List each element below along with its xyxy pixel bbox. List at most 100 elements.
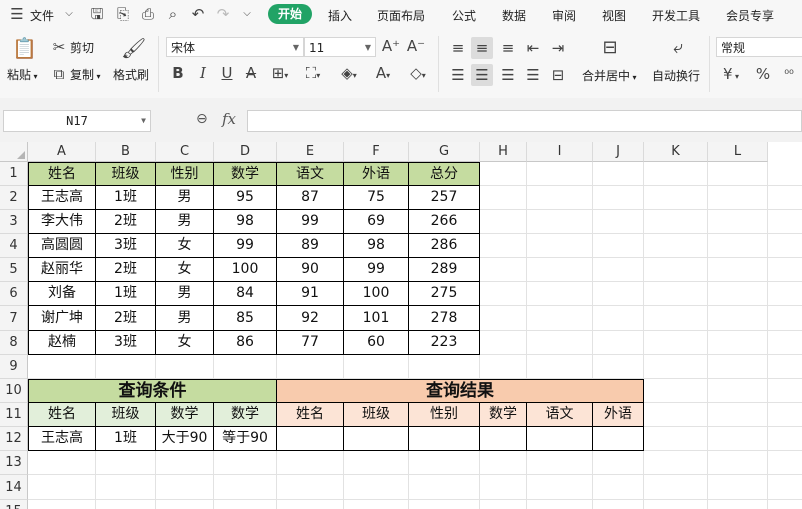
column-header-g[interactable]: G	[409, 142, 480, 162]
table-cell[interactable]: 1班	[96, 186, 156, 210]
print-preview-icon[interactable]: ⌕	[164, 5, 182, 23]
table-cell[interactable]: 77	[277, 331, 344, 355]
table-cell[interactable]: 275	[409, 282, 480, 306]
result-value-cell[interactable]	[593, 427, 644, 451]
table-cell[interactable]: 278	[409, 306, 480, 331]
result-header-cell[interactable]: 性别	[409, 403, 480, 427]
result-header-cell[interactable]: 外语	[593, 403, 644, 427]
row-header-6[interactable]: 6	[0, 282, 28, 306]
table-cell[interactable]: 男	[156, 306, 214, 331]
row-header-10[interactable]: 10	[0, 379, 28, 403]
clear-format-icon[interactable]: ◇▾	[406, 64, 430, 85]
column-header-b[interactable]: B	[96, 142, 156, 162]
decrease-indent-icon[interactable]: ⇤	[524, 39, 542, 57]
file-menu[interactable]: 文件	[30, 7, 54, 24]
spreadsheet-grid[interactable]: ABCDEFGHIJKL123456789101112131415姓名班级性别数…	[0, 142, 802, 509]
table-cell[interactable]: 100	[214, 258, 277, 282]
table-cell[interactable]: 3班	[96, 234, 156, 258]
wrap-text-button[interactable]: 自动换行	[652, 67, 700, 84]
column-header-e[interactable]: E	[277, 142, 344, 162]
increase-indent-icon[interactable]: ⇥	[549, 39, 567, 57]
undo-icon[interactable]: ↶	[189, 5, 207, 23]
copy-button[interactable]: 复制 ▾	[70, 66, 101, 83]
table-cell[interactable]: 1班	[96, 282, 156, 306]
table-cell[interactable]: 92	[277, 306, 344, 331]
tab-page-layout[interactable]: 页面布局	[377, 7, 425, 24]
tab-home[interactable]: 开始	[268, 4, 312, 24]
condition-header-cell[interactable]: 班级	[96, 403, 156, 427]
table-cell[interactable]: 84	[214, 282, 277, 306]
row-header-3[interactable]: 3	[0, 210, 28, 234]
table-cell[interactable]: 101	[344, 306, 409, 331]
increase-font-icon[interactable]: A⁺	[381, 37, 401, 55]
row-header-12[interactable]: 12	[0, 427, 28, 451]
table-cell[interactable]: 3班	[96, 331, 156, 355]
column-header-i[interactable]: I	[527, 142, 593, 162]
row-header-13[interactable]: 13	[0, 451, 28, 475]
align-left-icon[interactable]: ☰	[449, 66, 467, 84]
tab-view[interactable]: 视图	[602, 7, 626, 24]
column-header-f[interactable]: F	[344, 142, 409, 162]
table-header-cell[interactable]: 性别	[156, 162, 214, 186]
select-all-corner[interactable]	[0, 142, 28, 162]
table-cell[interactable]: 60	[344, 331, 409, 355]
row-header-15[interactable]: 15	[0, 500, 28, 509]
table-cell[interactable]: 289	[409, 258, 480, 282]
result-header-cell[interactable]: 数学	[480, 403, 527, 427]
italic-icon[interactable]: I	[195, 64, 211, 82]
table-cell[interactable]: 89	[277, 234, 344, 258]
table-cell[interactable]: 87	[277, 186, 344, 210]
format-painter-icon[interactable]: 🖌	[121, 36, 146, 60]
paste-icon[interactable]: 📋	[12, 36, 37, 60]
align-top-icon[interactable]: ≡	[449, 39, 467, 57]
column-header-j[interactable]: J	[593, 142, 644, 162]
tab-formulas[interactable]: 公式	[452, 7, 476, 24]
export-icon[interactable]: ⎘	[114, 5, 132, 23]
align-middle-icon[interactable]: ≡	[473, 39, 491, 57]
merge-center-icon[interactable]: ⊟	[598, 39, 622, 57]
row-header-5[interactable]: 5	[0, 258, 28, 282]
column-header-a[interactable]: A	[28, 142, 96, 162]
query-condition-title[interactable]: 查询条件	[28, 379, 277, 403]
table-cell[interactable]: 高圆圆	[28, 234, 96, 258]
result-value-cell[interactable]	[277, 427, 344, 451]
copy-icon[interactable]: ⧉	[50, 65, 68, 83]
table-cell[interactable]: 男	[156, 282, 214, 306]
row-header-9[interactable]: 9	[0, 355, 28, 379]
justify-icon[interactable]: ☰	[524, 66, 542, 84]
column-header-h[interactable]: H	[480, 142, 527, 162]
align-bottom-icon[interactable]: ≡	[499, 39, 517, 57]
name-box[interactable]: N17 ▼	[3, 110, 151, 132]
tab-insert[interactable]: 插入	[328, 7, 352, 24]
table-header-cell[interactable]: 外语	[344, 162, 409, 186]
table-cell[interactable]: 86	[214, 331, 277, 355]
row-header-7[interactable]: 7	[0, 306, 28, 331]
column-header-l[interactable]: L	[708, 142, 768, 162]
cell-style-icon[interactable]: ⛶▾	[301, 64, 325, 85]
wrap-text-icon[interactable]: ⤶	[666, 39, 690, 57]
table-header-cell[interactable]: 姓名	[28, 162, 96, 186]
condition-value-cell[interactable]: 1班	[96, 427, 156, 451]
table-cell[interactable]: 100	[344, 282, 409, 306]
hamburger-menu-icon[interactable]: ☰	[8, 5, 26, 23]
quick-access-more-icon[interactable]: ⌵	[238, 5, 256, 23]
result-value-cell[interactable]	[409, 427, 480, 451]
table-cell[interactable]: 98	[214, 210, 277, 234]
query-result-title[interactable]: 查询结果	[277, 379, 644, 403]
result-header-cell[interactable]: 姓名	[277, 403, 344, 427]
font-name-select[interactable]: 宋体 ▼	[166, 37, 304, 57]
table-cell[interactable]: 赵楠	[28, 331, 96, 355]
fill-color-icon[interactable]: ◈▾	[337, 64, 361, 85]
table-cell[interactable]: 75	[344, 186, 409, 210]
table-cell[interactable]: 91	[277, 282, 344, 306]
row-header-11[interactable]: 11	[0, 403, 28, 427]
table-cell[interactable]: 刘备	[28, 282, 96, 306]
currency-button[interactable]: ¥ ▾	[720, 65, 742, 86]
condition-header-cell[interactable]: 姓名	[28, 403, 96, 427]
table-cell[interactable]: 2班	[96, 306, 156, 331]
table-cell[interactable]: 266	[409, 210, 480, 234]
decrease-font-icon[interactable]: A⁻	[406, 37, 426, 55]
result-header-cell[interactable]: 班级	[344, 403, 409, 427]
table-cell[interactable]: 男	[156, 186, 214, 210]
table-cell[interactable]: 李大伟	[28, 210, 96, 234]
